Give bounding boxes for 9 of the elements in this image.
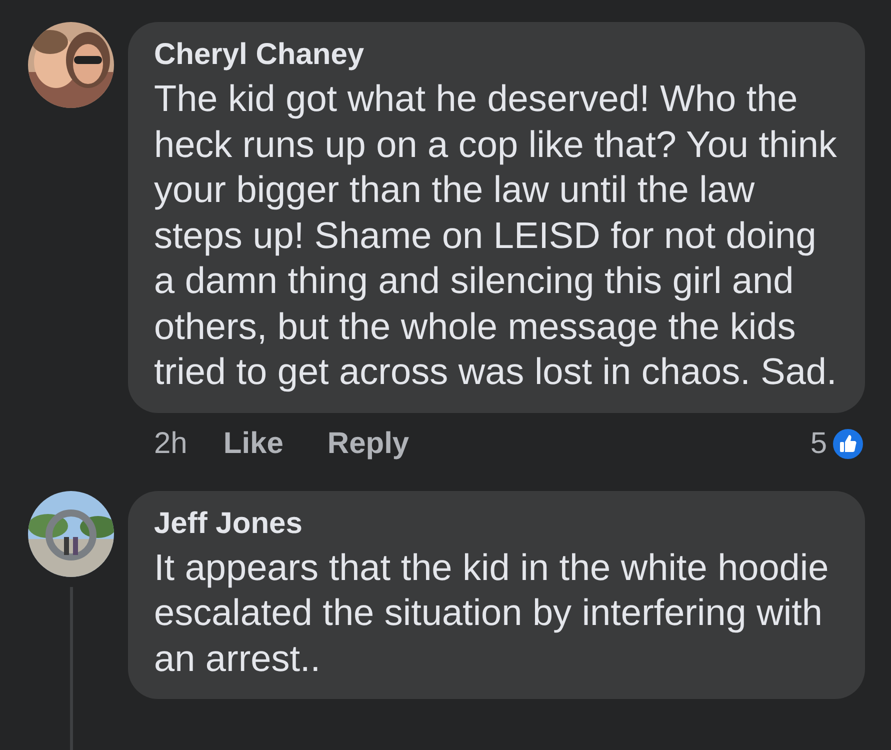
comment-time: 2h [154,426,188,460]
comment-text: It appears that the kid in the white hoodie escalated the situation by interfering with an arrest.. [154,546,830,680]
author-name: Cheryl Chaney [154,38,366,72]
reaction-count: 5 [810,426,827,460]
comment-action-link[interactable]: Reply [327,426,410,460]
comment-action-link[interactable]: Like [223,426,284,460]
author-name: Jeff Jones [154,506,304,540]
comment-text: The kid got what he deserved! Who the heck runs up on a cop like that? You think your bigger than the law until the law steps up! Shame on LEISD for not doing a damn thing and silencing this girl and others, but the whole message the kids tried to get across was lost in chaos. Sad. [154,77,838,394]
like-icon [831,426,865,460]
